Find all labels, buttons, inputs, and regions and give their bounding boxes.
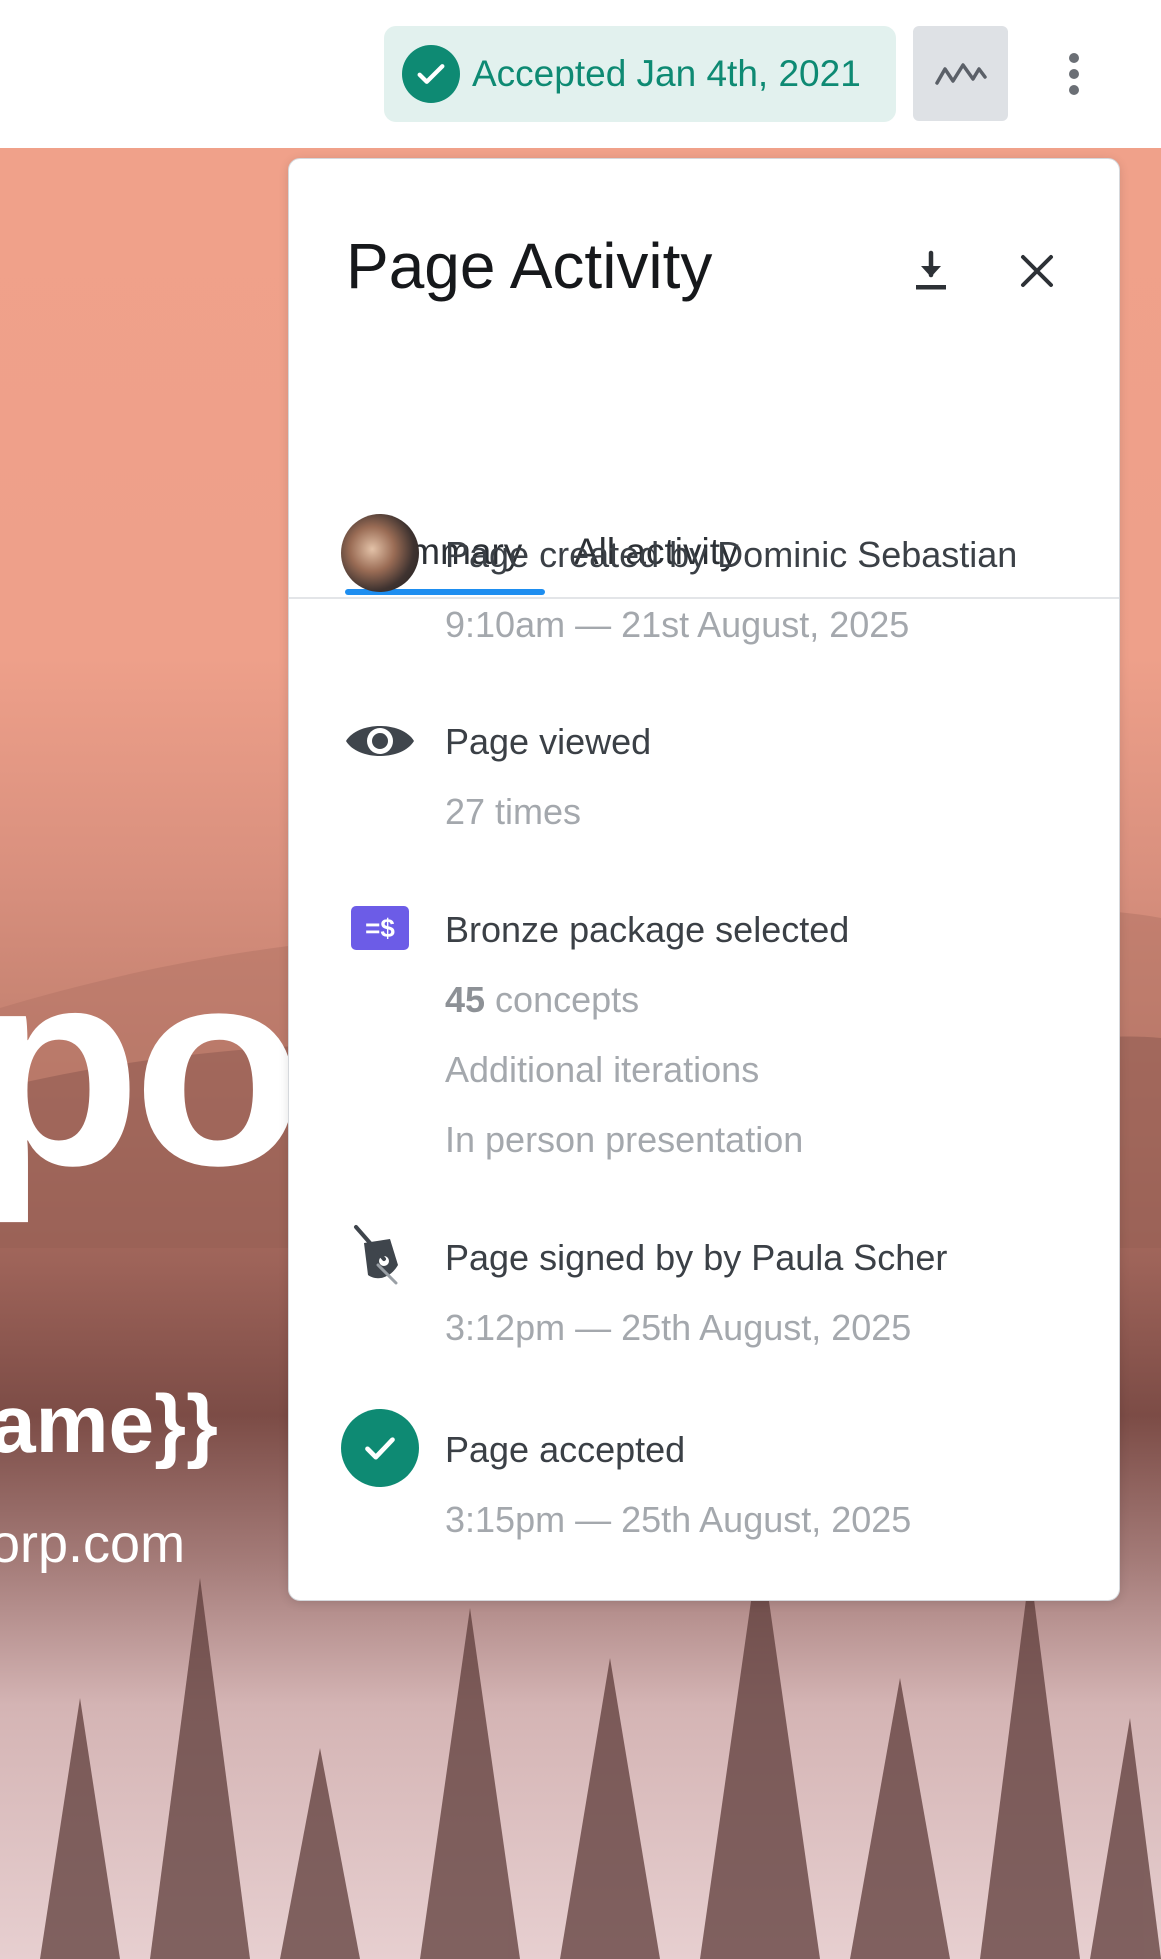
- top-bar: Accepted Jan 4th, 2021: [0, 0, 1161, 148]
- concept-count: 45: [445, 979, 486, 1020]
- activity-tabs: Summary All activity: [289, 159, 1119, 599]
- signature-icon: [341, 1216, 419, 1294]
- package-feature: In person presentation: [445, 1119, 804, 1160]
- check-circle-icon: [341, 1409, 419, 1487]
- package-concepts: 45 concepts: [445, 979, 639, 1021]
- package-feature: Additional iterations: [445, 1049, 760, 1090]
- event-title: Bronze package selected: [445, 909, 850, 950]
- event-title: Page accepted: [445, 1429, 686, 1470]
- page-activity-panel: Page Activity Summary All activity Page …: [288, 158, 1120, 1601]
- event-view-count: 27 times: [445, 791, 582, 832]
- document-email-fragment: orp.com: [0, 1514, 186, 1574]
- event-timestamp: 9:10am — 21st August, 2025: [445, 604, 910, 645]
- event-title: Page signed by by Paula Scher: [445, 1237, 948, 1278]
- document-name-placeholder: ame}}: [0, 1379, 218, 1470]
- creator-avatar: [341, 514, 419, 592]
- tabs-divider: [289, 597, 1119, 599]
- more-options-button[interactable]: [1050, 45, 1098, 103]
- accepted-status-label: Accepted Jan 4th, 2021: [472, 53, 861, 94]
- avatar: [341, 514, 419, 592]
- eye-icon: [341, 702, 419, 780]
- accepted-status-badge[interactable]: Accepted Jan 4th, 2021: [384, 26, 896, 122]
- activity-icon: [934, 62, 987, 85]
- event-timestamp: 3:12pm — 25th August, 2025: [445, 1307, 912, 1348]
- package-icon-glyph: =$: [351, 906, 409, 950]
- package-icon: =$: [341, 889, 419, 967]
- event-timestamp: 3:15pm — 25th August, 2025: [445, 1499, 912, 1540]
- more-dot: [1069, 53, 1079, 63]
- event-title: Page created by Dominic Sebastian: [445, 534, 1018, 575]
- check-icon: [402, 45, 460, 103]
- more-dot: [1069, 69, 1079, 79]
- event-title: Page viewed: [445, 721, 652, 762]
- document-heading-fragment: po: [0, 912, 304, 1224]
- accepted-badge: [341, 1409, 419, 1487]
- concept-count-suffix: concepts: [485, 979, 640, 1020]
- more-dot: [1069, 85, 1079, 95]
- activity-chart-button[interactable]: [913, 26, 1008, 121]
